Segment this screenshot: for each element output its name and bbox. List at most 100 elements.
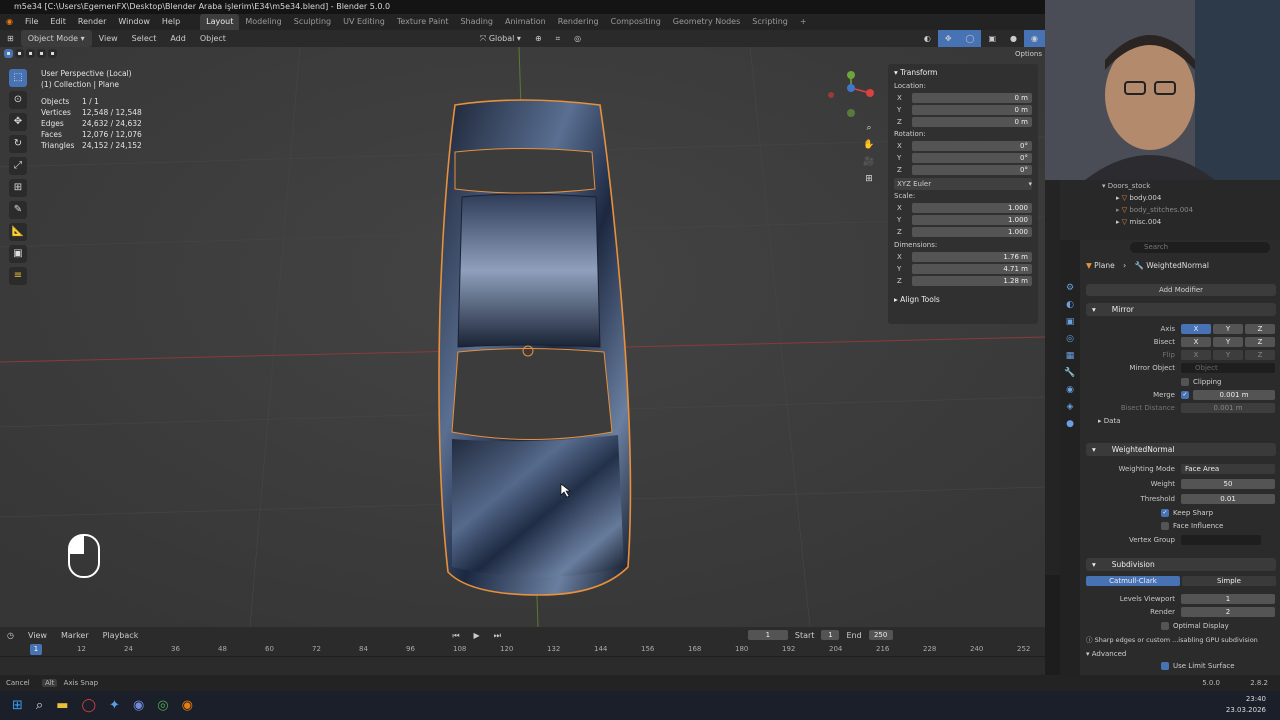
properties-search-input[interactable]: Search xyxy=(1130,242,1270,253)
scale-y-field[interactable]: 1.000 xyxy=(912,215,1032,225)
rotation-z-field[interactable]: 0° xyxy=(912,165,1032,175)
timeline-menu-marker[interactable]: Marker xyxy=(54,627,96,644)
mirror-axis-z[interactable]: Z xyxy=(1245,323,1275,334)
rotate-tool-icon[interactable]: ↻ xyxy=(9,135,27,153)
menu-file[interactable]: File xyxy=(19,14,44,30)
select-new-icon[interactable]: ▪ xyxy=(4,49,13,58)
render-levels-field[interactable]: 2 xyxy=(1181,606,1275,617)
tab-rendering[interactable]: Rendering xyxy=(552,14,605,30)
dimensions-x-field[interactable]: 1.76 m xyxy=(912,252,1032,262)
data-subpanel[interactable]: ▸ Data xyxy=(1086,414,1276,428)
rotation-x-field[interactable]: 0° xyxy=(912,141,1032,151)
search-icon[interactable]: ⌕ xyxy=(36,698,43,713)
cursor-tool-icon[interactable]: ⊙ xyxy=(9,91,27,109)
chrome-icon[interactable]: ◎ xyxy=(157,698,168,713)
bisect-distance-field[interactable]: 0.001 m xyxy=(1181,402,1275,413)
tab-animation[interactable]: Animation xyxy=(499,14,552,30)
blender-taskbar-icon[interactable]: ◉ xyxy=(182,698,193,713)
optimal-display-checkbox[interactable]: Optimal Display xyxy=(1086,618,1276,633)
orientation-dropdown[interactable]: ⤧ Global ▾ xyxy=(473,30,528,47)
file-explorer-icon[interactable]: ▬ xyxy=(56,698,68,713)
clock[interactable]: 23:40 23.03.2026 xyxy=(1226,694,1266,716)
transform-header[interactable]: ▾ Transform xyxy=(894,68,1032,77)
tab-geometry-nodes[interactable]: Geometry Nodes xyxy=(667,14,746,30)
add-modifier-button[interactable]: Add Modifier xyxy=(1086,284,1276,296)
timeline-menu-playback[interactable]: Playback xyxy=(96,627,146,644)
mirror-axis-x[interactable]: X xyxy=(1181,323,1211,334)
tab-scripting[interactable]: Scripting xyxy=(746,14,794,30)
move-tool-icon[interactable]: ✥ xyxy=(9,113,27,131)
weight-field[interactable]: 50 xyxy=(1181,478,1275,489)
opera-icon[interactable]: ◯ xyxy=(81,698,96,713)
mirror-object-field[interactable]: Object xyxy=(1181,363,1275,373)
discord-icon[interactable]: ◉ xyxy=(133,698,144,713)
weighting-mode-dropdown[interactable]: Face Area xyxy=(1181,463,1275,474)
clipping-checkbox[interactable]: Clipping xyxy=(1086,375,1276,388)
mirror-modifier-header[interactable]: ▾ Mirror xyxy=(1086,303,1276,316)
tab-layout[interactable]: Layout xyxy=(200,14,240,30)
menu-render[interactable]: Render xyxy=(72,14,112,30)
align-tools-header[interactable]: ▸ Align Tools xyxy=(894,295,1032,304)
xray-icon[interactable]: ▣ xyxy=(981,30,1003,47)
levels-viewport-field[interactable]: 1 xyxy=(1181,593,1275,604)
face-influence-checkbox[interactable]: Face Influence xyxy=(1086,519,1276,532)
vertex-group-field[interactable] xyxy=(1181,535,1261,545)
transform-tool-icon[interactable]: ⊞ xyxy=(9,179,27,197)
outliner-item-misc[interactable]: ▸ ▽ misc.004 xyxy=(1102,216,1280,228)
menu-add[interactable]: Add xyxy=(163,30,193,47)
ortho-grid-icon[interactable]: ⊞ xyxy=(862,172,876,186)
weighted-normal-header[interactable]: ▾ WeightedNormal xyxy=(1086,443,1276,456)
playhead[interactable]: 1 xyxy=(30,644,42,655)
snap-icon[interactable]: ⌗ xyxy=(549,30,568,47)
menu-help[interactable]: Help xyxy=(156,14,186,30)
scale-z-field[interactable]: 1.000 xyxy=(912,227,1032,237)
sidebar-tabs[interactable] xyxy=(1045,180,1060,575)
advanced-subpanel[interactable]: ▾ Advanced xyxy=(1086,647,1276,661)
jump-start-icon[interactable]: ⏮ xyxy=(445,627,466,644)
outliner-item-body[interactable]: ▸ ▽ body.004 xyxy=(1102,192,1280,204)
properties-tabs[interactable]: ⚙ ◐ ▣ ◎ ▦ 🔧 ◉ ◈ ● xyxy=(1060,240,1080,675)
tab-compositing[interactable]: Compositing xyxy=(605,14,667,30)
threshold-field[interactable]: 0.01 xyxy=(1181,493,1275,504)
menu-view[interactable]: View xyxy=(92,30,125,47)
tab-sculpting[interactable]: Sculpting xyxy=(288,14,337,30)
dimensions-z-field[interactable]: 1.28 m xyxy=(912,276,1032,286)
select-box-icon[interactable]: ⬚ xyxy=(9,69,27,87)
select-intersect-icon[interactable]: ▪ xyxy=(48,49,57,58)
pan-hand-icon[interactable]: ✋ xyxy=(862,138,876,152)
jump-end-icon[interactable]: ⏭ xyxy=(487,627,508,644)
menu-edit[interactable]: Edit xyxy=(44,14,72,30)
select-subtract-icon[interactable]: ▪ xyxy=(26,49,35,58)
app-icon[interactable]: ✦ xyxy=(109,698,120,713)
flip-axis-z[interactable]: Z xyxy=(1245,349,1275,360)
shading-solid-icon[interactable]: ● xyxy=(1003,30,1024,47)
windows-start-icon[interactable]: ⊞ xyxy=(12,698,23,713)
annotate-tool-icon[interactable]: ✎ xyxy=(9,201,27,219)
dimensions-y-field[interactable]: 4.71 m xyxy=(912,264,1032,274)
blender-logo-icon[interactable]: ◉ xyxy=(0,14,19,30)
pivot-icon[interactable]: ⊕ xyxy=(528,30,549,47)
flip-axis-x[interactable]: X xyxy=(1181,349,1211,360)
location-x-field[interactable]: 0 m xyxy=(912,93,1032,103)
subdivision-header[interactable]: ▾ Subdivision xyxy=(1086,558,1276,571)
flip-axis-y[interactable]: Y xyxy=(1213,349,1243,360)
bisect-axis-y[interactable]: Y xyxy=(1213,336,1243,347)
measure-tool-icon[interactable]: 📐 xyxy=(9,223,27,241)
bisect-axis-z[interactable]: Z xyxy=(1245,336,1275,347)
frame-ruler[interactable]: 12 24 36 48 60 72 84 96 108 120 132 144 156 168 180 192… xyxy=(0,643,1045,657)
bisect-axis-x[interactable]: X xyxy=(1181,336,1211,347)
tab-modeling[interactable]: Modeling xyxy=(239,14,287,30)
mirror-axis-y[interactable]: Y xyxy=(1213,323,1243,334)
tab-uv-editing[interactable]: UV Editing xyxy=(337,14,391,30)
editor-type-icon[interactable]: ⊞ xyxy=(0,30,21,47)
menu-select[interactable]: Select xyxy=(125,30,164,47)
timeline-menu-view[interactable]: View xyxy=(21,627,54,644)
visibility-icon[interactable]: ◐ xyxy=(917,30,938,47)
rotation-y-field[interactable]: 0° xyxy=(912,153,1032,163)
simple-button[interactable]: Simple xyxy=(1182,576,1276,586)
select-extend-icon[interactable]: ▪ xyxy=(15,49,24,58)
camera-view-icon[interactable]: 🎥 xyxy=(862,155,876,169)
gizmo-toggle-icon[interactable]: ✥ xyxy=(937,30,959,47)
location-y-field[interactable]: 0 m xyxy=(912,105,1032,115)
proportional-edit-icon[interactable]: ◎ xyxy=(567,30,588,47)
